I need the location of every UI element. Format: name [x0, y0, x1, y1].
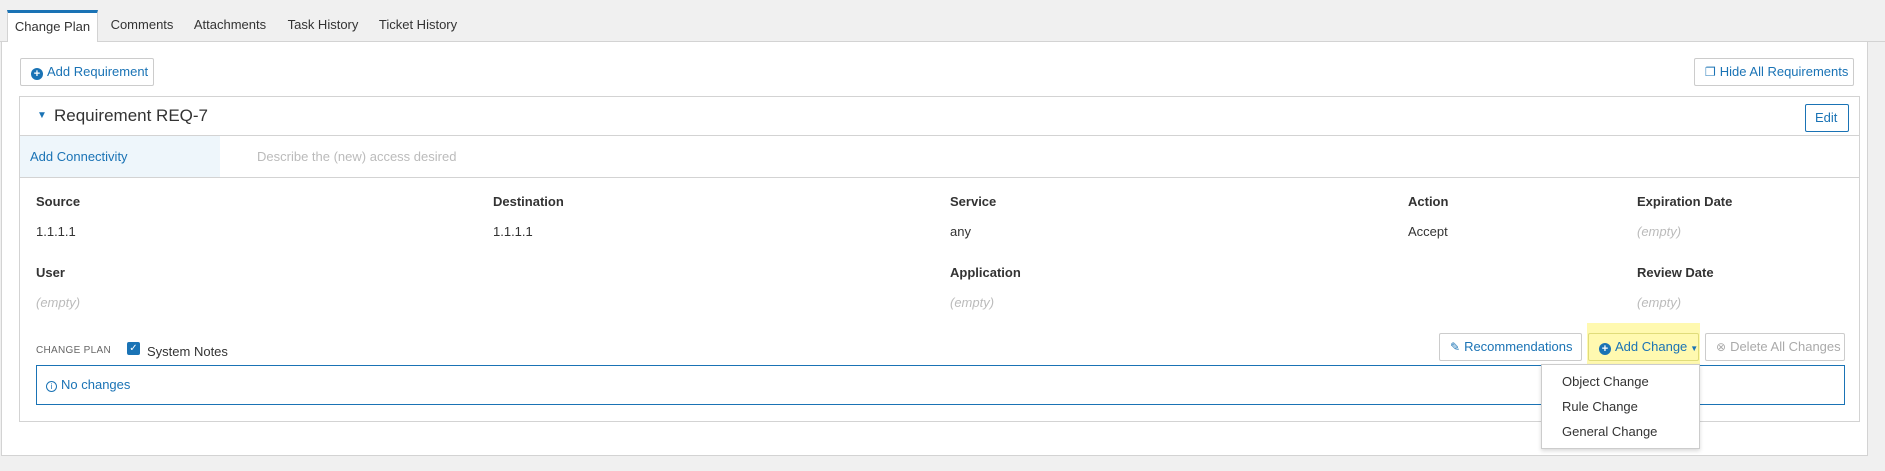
requirement-title: Requirement REQ-7 — [54, 106, 209, 125]
add-change-dropdown: Object Change Rule Change General Change — [1541, 364, 1700, 449]
action-label: Action — [1408, 194, 1449, 209]
hide-all-requirements-label: Hide All Requirements — [1719, 64, 1849, 79]
add-requirement-button[interactable]: + Add Requirement — [20, 58, 154, 86]
caret-down-icon: ▼ — [1690, 344, 1699, 353]
add-change-label: Add Change — [1615, 339, 1688, 354]
service-value: any — [950, 224, 971, 239]
source-value: 1.1.1.1 — [36, 224, 76, 239]
action-value: Accept — [1408, 224, 1448, 239]
requirement-header: ▼ Requirement REQ-7 Edit — [20, 97, 1859, 136]
service-label: Service — [950, 194, 997, 209]
delete-all-changes-button[interactable]: ⊗ Delete All Changes — [1705, 333, 1845, 361]
hide-all-requirements-button[interactable]: ❐ Hide All Requirements — [1694, 58, 1854, 86]
destination-value: 1.1.1.1 — [493, 224, 533, 239]
times-circle-icon: ⊗ — [1716, 340, 1727, 354]
step-add-connectivity[interactable]: Add Connectivity — [20, 136, 220, 177]
review-date-label: Review Date — [1637, 265, 1714, 280]
step-hint: Describe the (new) access desired — [257, 149, 457, 164]
dropdown-item-object-change[interactable]: Object Change — [1562, 374, 1649, 389]
destination-label: Destination — [493, 194, 564, 209]
recommendations-label: Recommendations — [1464, 339, 1573, 354]
collapse-icon: ❐ — [1705, 65, 1716, 79]
delete-all-changes-label: Delete All Changes — [1730, 339, 1841, 354]
recommendations-button[interactable]: ✎ Recommendations — [1439, 333, 1582, 361]
tab-attachments[interactable]: Attachments — [188, 10, 272, 42]
application-label: Application — [950, 265, 1021, 280]
caret-down-icon[interactable]: ▼ — [37, 110, 47, 121]
system-notes-checkbox[interactable]: ✓ — [127, 342, 140, 355]
tab-ticket-history[interactable]: Ticket History — [372, 10, 464, 42]
change-plan-label: CHANGE PLAN — [36, 345, 111, 356]
system-notes-label: System Notes — [147, 344, 228, 359]
user-label: User — [36, 265, 65, 280]
edit-button[interactable]: Edit — [1805, 104, 1849, 132]
application-value: (empty) — [950, 295, 995, 310]
dropdown-item-rule-change[interactable]: Rule Change — [1562, 399, 1638, 414]
tab-task-history[interactable]: Task History — [282, 10, 364, 42]
source-label: Source — [36, 194, 81, 209]
expiration-date-label: Expiration Date — [1637, 194, 1733, 209]
pencil-icon: ✎ — [1450, 340, 1461, 354]
add-requirement-label: Add Requirement — [47, 64, 149, 79]
tab-change-plan[interactable]: Change Plan — [7, 10, 98, 43]
plus-circle-icon: + — [1599, 343, 1611, 355]
user-value: (empty) — [36, 295, 81, 310]
tab-bar: Change Plan Comments Attachments Task Hi… — [0, 0, 1885, 43]
no-changes-label: No changes — [61, 377, 131, 392]
review-date-value: (empty) — [1637, 295, 1682, 310]
expiration-date-value: (empty) — [1637, 224, 1682, 239]
info-icon: i — [46, 381, 57, 392]
tab-comments[interactable]: Comments — [102, 10, 182, 42]
plus-circle-icon: + — [31, 68, 43, 80]
step-bar: Add Connectivity Describe the (new) acce… — [20, 136, 1859, 178]
add-change-button[interactable]: + Add Change ▼ — [1588, 333, 1699, 361]
no-changes-message: i No changes — [46, 377, 130, 392]
dropdown-item-general-change[interactable]: General Change — [1562, 424, 1657, 439]
